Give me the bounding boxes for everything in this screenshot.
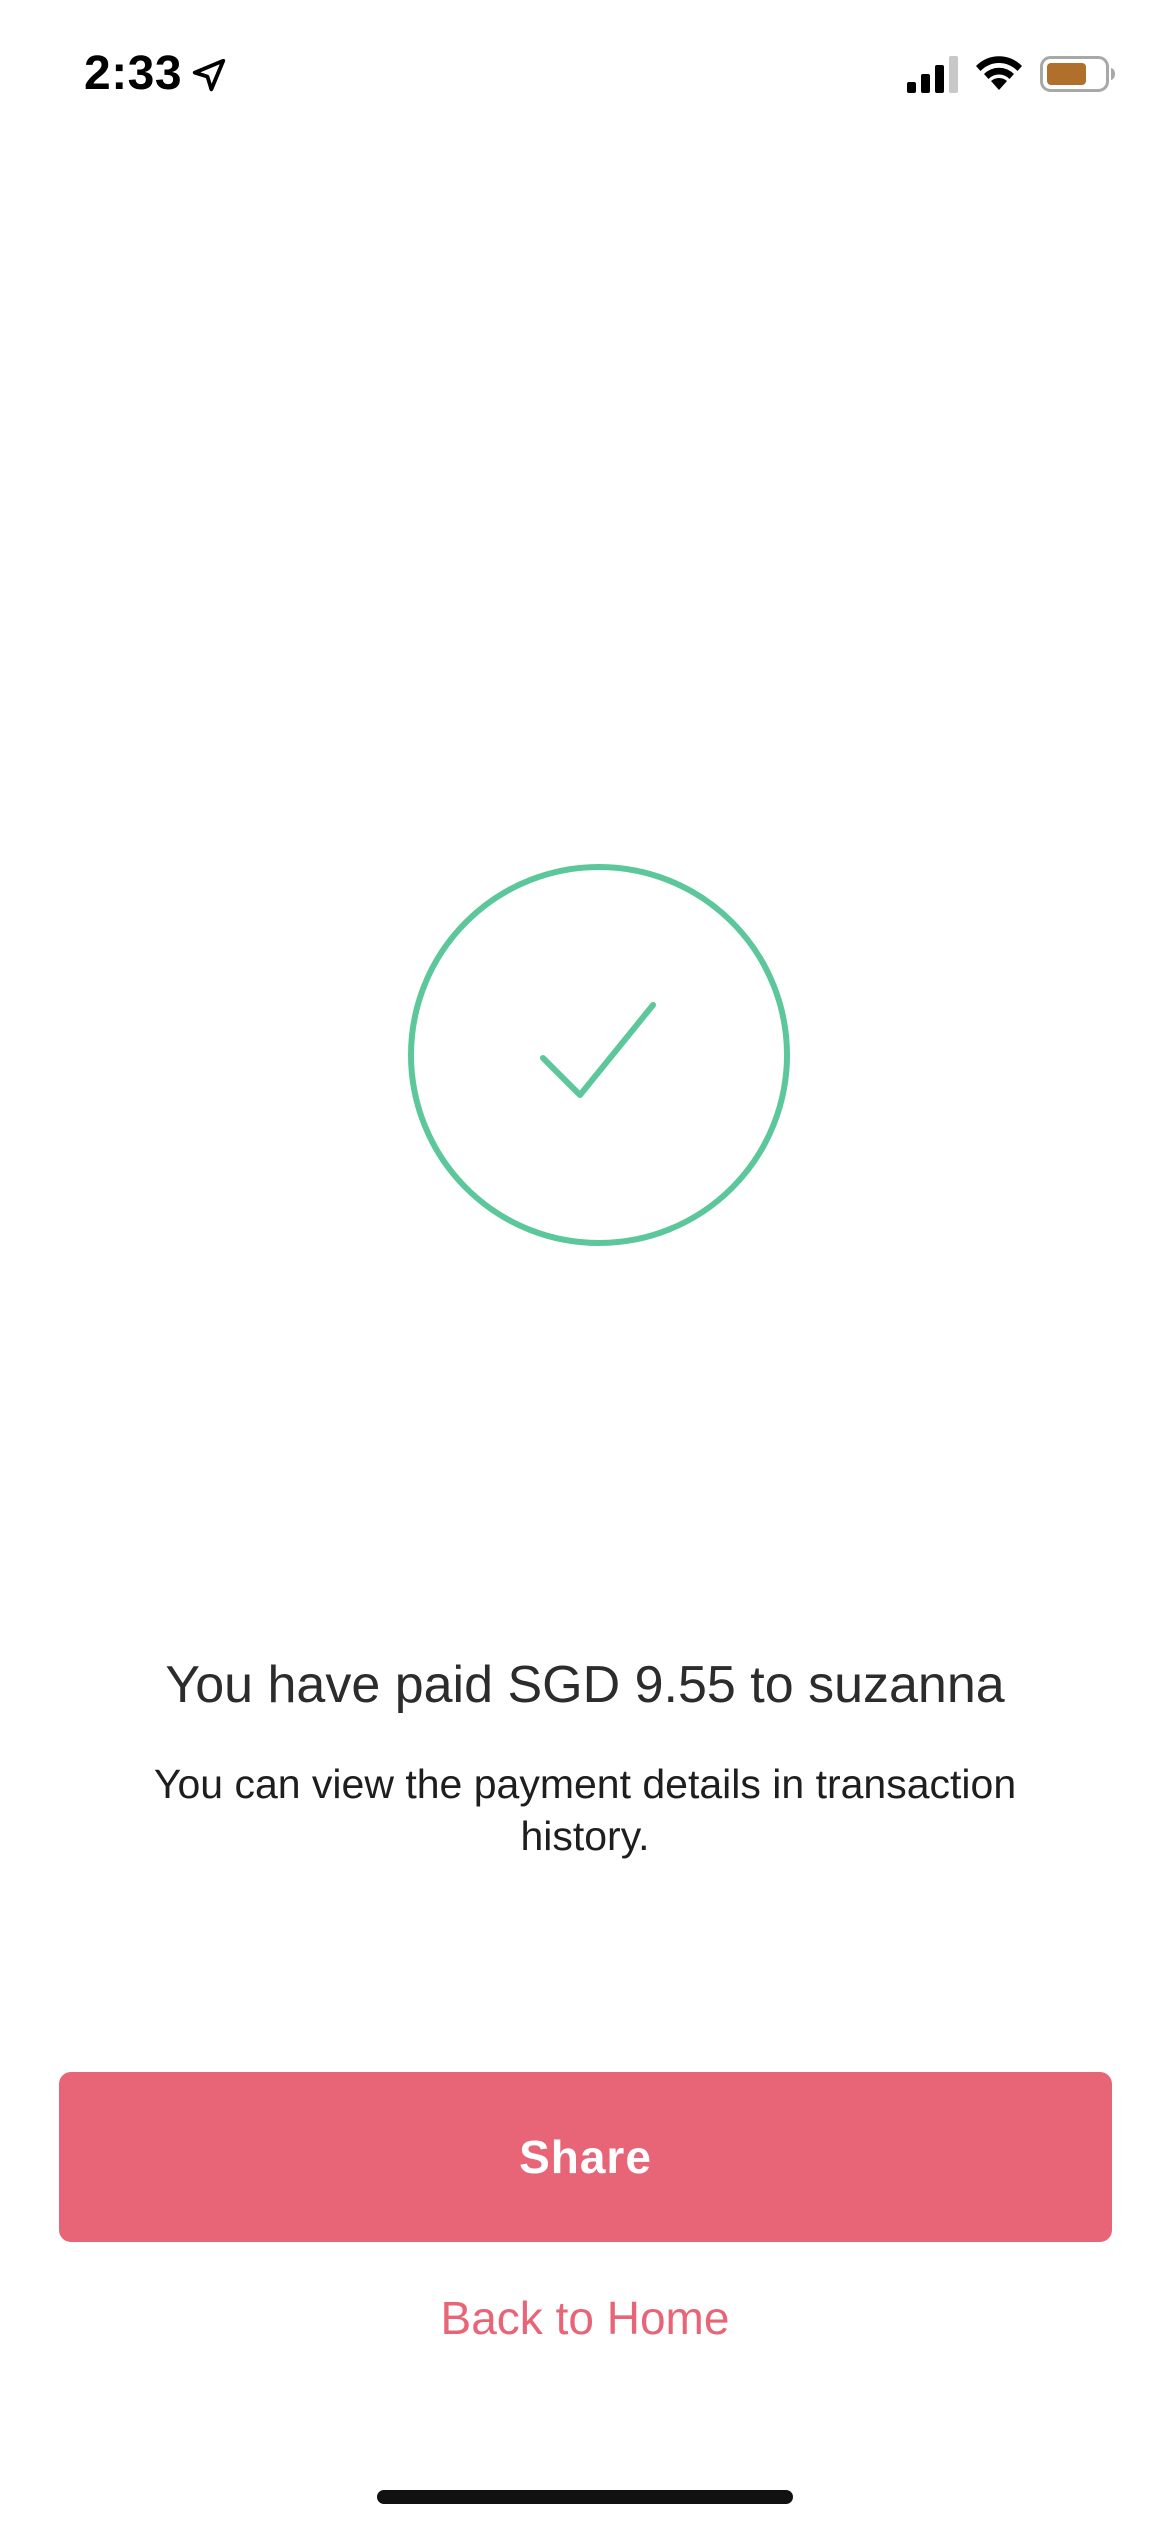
location-arrow-icon [192, 58, 226, 92]
status-bar: 2:33 [0, 0, 1170, 150]
back-to-home-link[interactable]: Back to Home [300, 2288, 870, 2348]
checkmark-circle-icon [408, 864, 790, 1246]
payment-confirmation-title: You have paid SGD 9.55 to suzanna [165, 1656, 1005, 1714]
status-time: 2:33 [84, 47, 183, 100]
cellular-signal-icon [907, 56, 958, 93]
payment-details-note: You can view the payment details in tran… [153, 1761, 1017, 1859]
share-button[interactable]: Share [59, 2072, 1112, 2242]
battery-icon [1040, 56, 1115, 92]
home-indicator[interactable] [377, 2490, 793, 2504]
wifi-icon [976, 56, 1022, 90]
